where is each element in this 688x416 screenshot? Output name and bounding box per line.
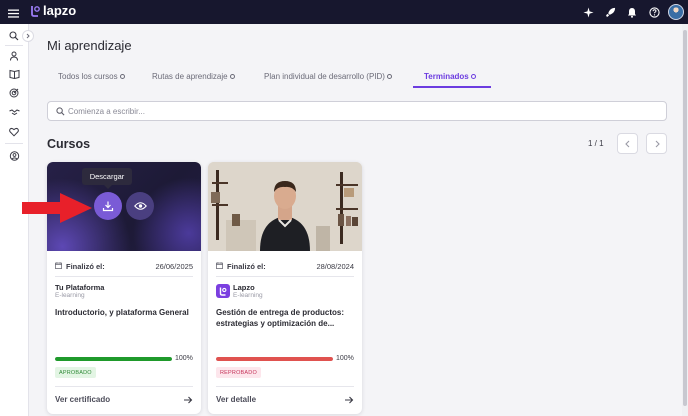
chevron-right-icon (26, 33, 30, 39)
provider-logo-icon (216, 284, 230, 298)
arrow-right-icon[interactable] (183, 395, 193, 405)
finished-date: 28/08/2024 (316, 262, 354, 271)
progress-fill (216, 357, 333, 361)
progress-percent: 100% (175, 355, 193, 362)
progress-fill (55, 357, 172, 361)
course-photo (208, 162, 362, 251)
prev-page-button[interactable] (617, 133, 638, 154)
download-tooltip: Descargar (82, 168, 132, 189)
tab-rutas-de-aprendizaje[interactable]: Rutas de aprendizaje (152, 72, 235, 81)
status-badge: REPROBADO (216, 367, 261, 378)
group-icon[interactable] (8, 150, 20, 162)
card-divider (216, 276, 354, 277)
progress-percent: 100% (336, 355, 354, 362)
provider-type: E-learning (55, 292, 85, 299)
search-icon (56, 107, 65, 116)
certificate-link[interactable]: Ver certificado (55, 395, 110, 404)
tab-bar: Todos los cursos Rutas de aprendizaje Pl… (47, 66, 667, 88)
finished-date: 26/06/2025 (155, 262, 193, 271)
sidebar-divider (5, 45, 23, 46)
info-icon (470, 74, 476, 79)
heart-icon[interactable] (8, 126, 20, 138)
handshake-icon[interactable] (8, 106, 20, 118)
logo-text: lapzo (43, 3, 77, 18)
info-icon (229, 74, 235, 79)
avatar[interactable] (668, 4, 684, 20)
next-page-button[interactable] (646, 133, 667, 154)
status-badge: APROBADO (55, 367, 96, 378)
target-icon[interactable] (8, 87, 20, 99)
bell-icon[interactable] (622, 0, 642, 24)
page-title: Mi aprendizaje (47, 38, 132, 53)
tab-label: Todos los cursos (58, 72, 118, 81)
top-bar: lapzo (0, 0, 688, 24)
provider-name: Lapzo (233, 283, 255, 292)
search-input[interactable] (68, 104, 648, 119)
sidebar-divider (5, 143, 23, 144)
finished-label: Finalizó el: (66, 262, 105, 271)
card-action[interactable]: Ver certificado (55, 395, 193, 407)
finished-date-row: Finalizó el: 26/06/2025 (55, 261, 193, 274)
course-thumbnail (208, 162, 362, 251)
user-icon[interactable] (8, 50, 20, 62)
chevron-left-icon (624, 140, 629, 147)
active-tab-indicator (413, 86, 491, 88)
tab-todos-los-cursos[interactable]: Todos los cursos (58, 72, 125, 81)
card-divider (55, 276, 193, 277)
eye-icon (133, 202, 147, 210)
logo-mark-icon (31, 5, 40, 17)
book-icon[interactable] (8, 68, 20, 80)
card-action[interactable]: Ver detalle (216, 395, 354, 407)
download-button[interactable] (94, 192, 122, 220)
search-icon[interactable] (8, 30, 20, 42)
arrow-right-icon[interactable] (344, 395, 354, 405)
card-divider (55, 386, 193, 387)
tab-label: Terminados (424, 72, 469, 81)
detail-link[interactable]: Ver detalle (216, 395, 256, 404)
download-icon (102, 201, 114, 212)
finished-label: Finalizó el: (227, 262, 266, 271)
sidebar-expand-button[interactable] (22, 30, 34, 42)
tab-terminados[interactable]: Terminados (424, 72, 476, 81)
annotation-arrow-icon (22, 193, 92, 223)
view-button[interactable] (126, 192, 154, 220)
menu-icon[interactable] (8, 6, 19, 18)
pagination-indicator: 1 / 1 (588, 139, 604, 148)
tab-label: Rutas de aprendizaje (152, 72, 228, 81)
progress-bar (55, 357, 172, 361)
calendar-icon (55, 262, 62, 269)
card-divider (216, 386, 354, 387)
scrollbar-thumb[interactable] (683, 30, 687, 406)
finished-date-row: Finalizó el: 28/08/2024 (216, 261, 354, 274)
tab-plan-individual[interactable]: Plan individual de desarrollo (PID) (264, 72, 392, 81)
help-icon[interactable] (644, 0, 664, 24)
provider-type: E-learning (233, 292, 263, 299)
chevron-right-icon (655, 140, 660, 147)
provider-name: Tu Plataforma (55, 283, 105, 292)
section-title: Cursos (47, 137, 91, 151)
progress-bar (216, 357, 333, 361)
info-icon (386, 74, 392, 79)
course-card[interactable]: Finalizó el: 28/08/2024 Lapzo E-learning… (208, 162, 362, 414)
course-title: Gestión de entrega de productos: estrate… (216, 308, 345, 328)
app-logo[interactable]: lapzo (30, 3, 76, 18)
course-title: Introductorio, y plataforma General (55, 308, 189, 317)
info-icon (119, 74, 125, 79)
sparkle-icon[interactable] (578, 0, 598, 24)
search-box[interactable] (47, 101, 667, 121)
tab-label: Plan individual de desarrollo (PID) (264, 72, 385, 81)
rocket-icon[interactable] (600, 0, 620, 24)
calendar-icon (216, 262, 223, 269)
